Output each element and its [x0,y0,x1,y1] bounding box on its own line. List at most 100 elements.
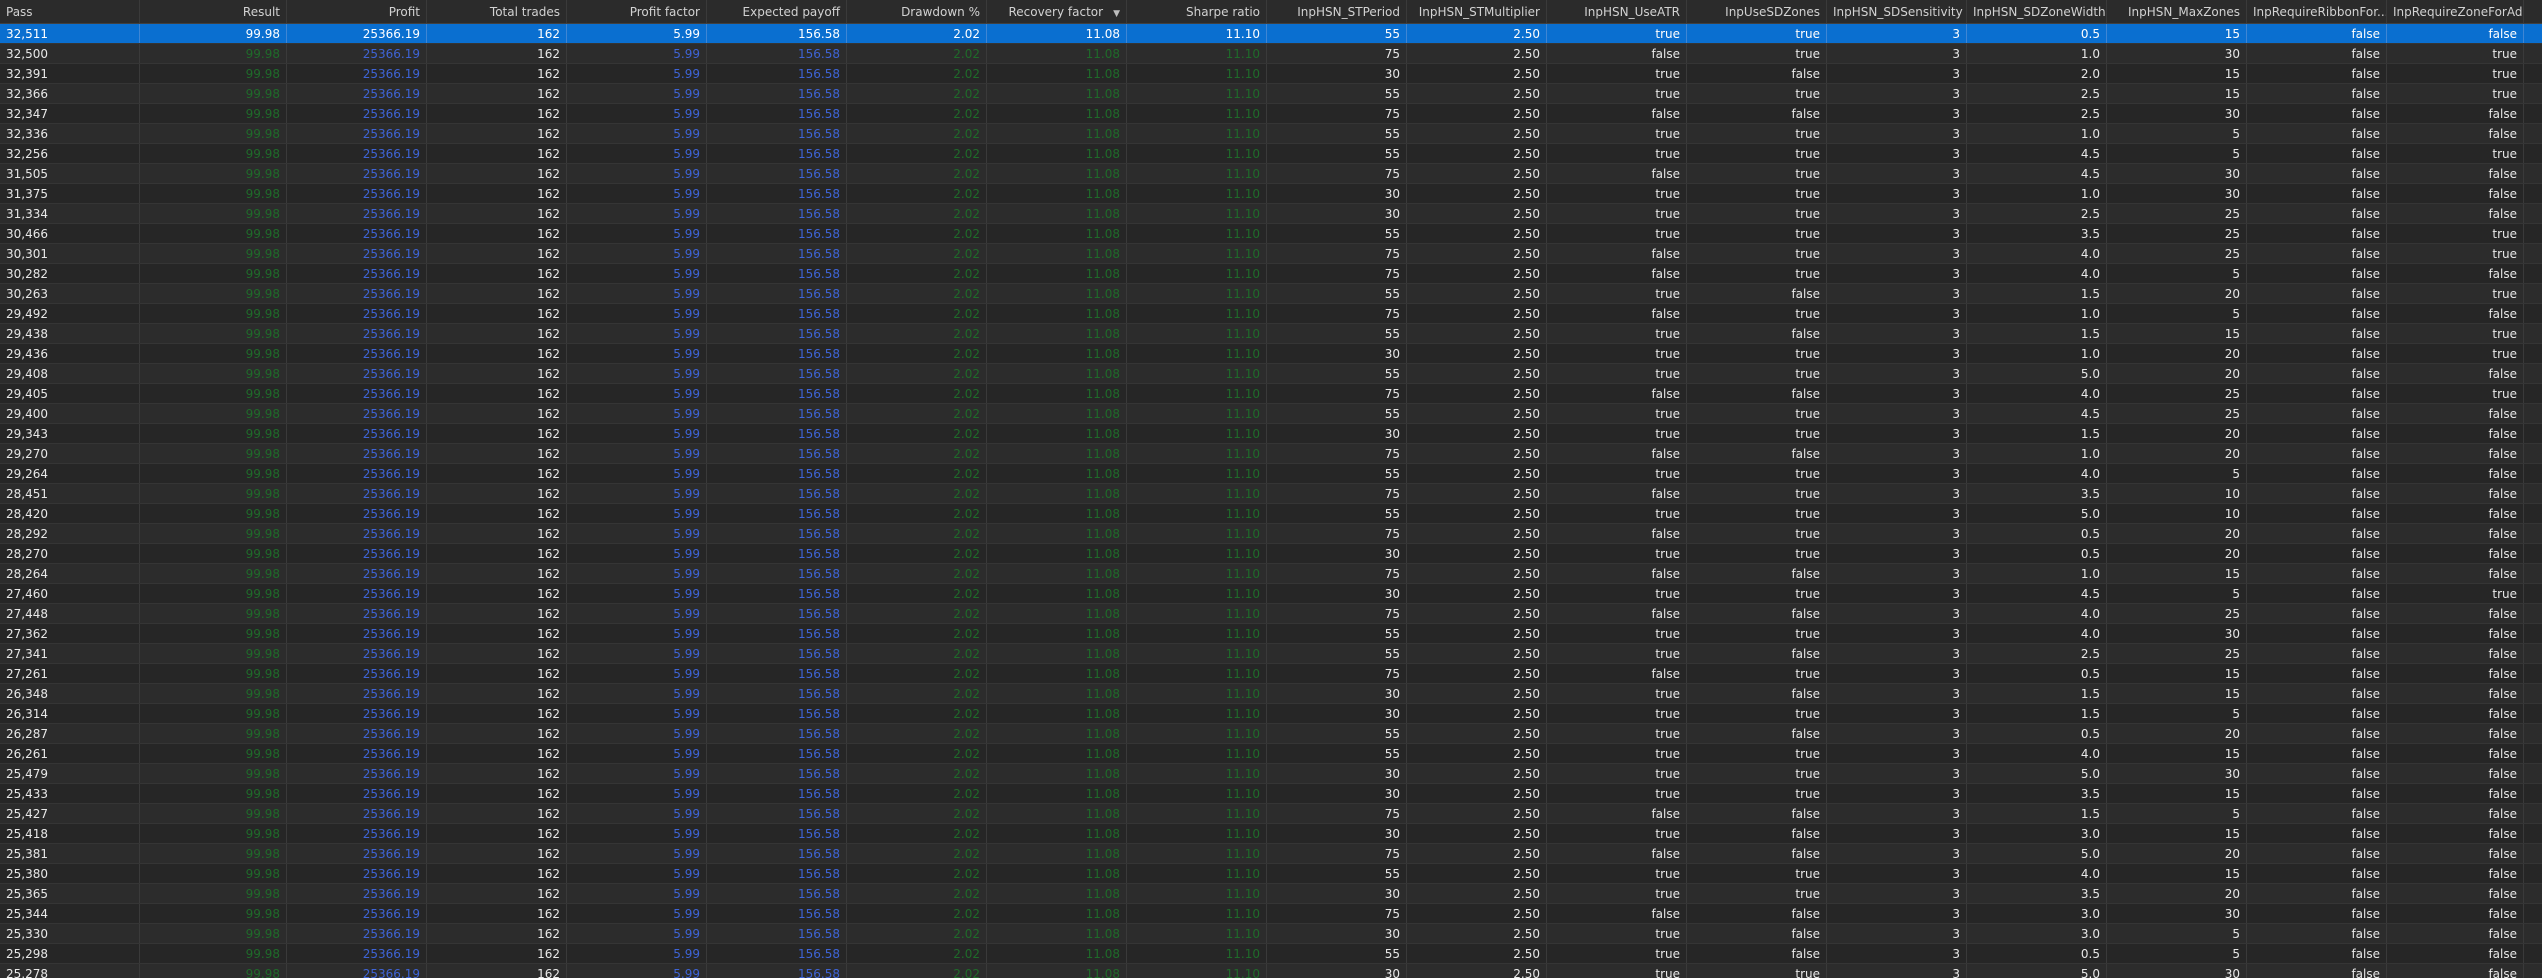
table-row[interactable]: 25,418 99.98 25366.19 162 5.99 156.58 2.02 11.0… [0,824,2542,844]
table-row[interactable]: 31,505 99.98 25366.19 162 5.99 156.58 2.02 11.0… [0,164,2542,184]
table-row[interactable]: 27,460 99.98 25366.19 162 5.99 156.58 2.02 11.0… [0,584,2542,604]
cell-sr: 11.10 [1127,784,1267,803]
table-row[interactable]: 27,261 99.98 25366.19 162 5.99 156.58 2.02 11.0… [0,664,2542,684]
column-header-sds[interactable]: InpHSN_SDSensitivity [1827,0,1967,23]
cell-pass: 25,433 [0,784,140,803]
table-row[interactable]: 25,330 99.98 25366.19 162 5.99 156.58 2.02 11.0… [0,924,2542,944]
cell-stp: 30 [1267,184,1407,203]
cell-dd: 2.02 [847,324,987,343]
table-row[interactable]: 27,448 99.98 25366.19 162 5.99 156.58 2.02 11.0… [0,604,2542,624]
cell-trades: 162 [427,124,567,143]
table-row[interactable]: 31,334 99.98 25366.19 162 5.99 156.58 2.02 11.0… [0,204,2542,224]
cell-rr: false [2247,84,2387,103]
table-row[interactable]: 25,479 99.98 25366.19 162 5.99 156.58 2.02 11.0… [0,764,2542,784]
table-row[interactable]: 28,264 99.98 25366.19 162 5.99 156.58 2.02 11.0… [0,564,2542,584]
table-row[interactable]: 25,427 99.98 25366.19 162 5.99 156.58 2.02 11.0… [0,804,2542,824]
column-header-result[interactable]: Result [140,0,287,23]
cell-rr: false [2247,904,2387,923]
column-header-atr[interactable]: InpHSN_UseATR [1547,0,1687,23]
table-row[interactable]: 31,375 99.98 25366.19 162 5.99 156.58 2.02 11.0… [0,184,2542,204]
table-row[interactable]: 29,400 99.98 25366.19 162 5.99 156.58 2.02 11.0… [0,404,2542,424]
cell-rf: 11.08 [987,524,1127,543]
table-row[interactable]: 32,336 99.98 25366.19 162 5.99 156.58 2.02 11.0… [0,124,2542,144]
cell-sr: 11.10 [1127,464,1267,483]
table-row[interactable]: 25,433 99.98 25366.19 162 5.99 156.58 2.02 11.0… [0,784,2542,804]
table-row[interactable]: 28,420 99.98 25366.19 162 5.99 156.58 2.02 11.0… [0,504,2542,524]
cell-dd: 2.02 [847,584,987,603]
table-row[interactable]: 29,492 99.98 25366.19 162 5.99 156.58 2.02 11.0… [0,304,2542,324]
cell-sr: 11.10 [1127,344,1267,363]
cell-sds: 3 [1827,664,1967,683]
table-row[interactable]: 26,287 99.98 25366.19 162 5.99 156.58 2.02 11.0… [0,724,2542,744]
table-row[interactable]: 30,301 99.98 25366.19 162 5.99 156.58 2.02 11.0… [0,244,2542,264]
cell-rz: false [2387,184,2524,203]
table-row[interactable]: 32,500 99.98 25366.19 162 5.99 156.58 2.02 11.0… [0,44,2542,64]
column-header-zw[interactable]: InpHSN_SDZoneWidth [1967,0,2107,23]
column-header-mz[interactable]: InpHSN_MaxZones [2107,0,2247,23]
sort-down-arrow-icon[interactable]: ▼ [1113,2,1120,23]
table-row[interactable]: 29,264 99.98 25366.19 162 5.99 156.58 2.02 11.0… [0,464,2542,484]
cell-stp: 30 [1267,344,1407,363]
column-header-stm[interactable]: InpHSN_STMultiplier [1407,0,1547,23]
table-row[interactable]: 29,408 99.98 25366.19 162 5.99 156.58 2.02 11.0… [0,364,2542,384]
column-header-ep[interactable]: Expected payoff [707,0,847,23]
cell-sdz: true [1687,224,1827,243]
table-row[interactable]: 32,347 99.98 25366.19 162 5.99 156.58 2.02 11.0… [0,104,2542,124]
cell-sdz: false [1687,284,1827,303]
column-header-pass[interactable]: Pass [0,0,140,23]
column-header-sr[interactable]: Sharpe ratio [1127,0,1267,23]
cell-result: 99.98 [140,464,287,483]
table-row[interactable]: 32,511 99.98 25366.19 162 5.99 156.58 2.02 11.0… [0,24,2542,44]
table-row[interactable]: 28,292 99.98 25366.19 162 5.99 156.58 2.02 11.0… [0,524,2542,544]
cell-sr: 11.10 [1127,324,1267,343]
table-row[interactable]: 29,438 99.98 25366.19 162 5.99 156.58 2.02 11.0… [0,324,2542,344]
table-row[interactable]: 26,261 99.98 25366.19 162 5.99 156.58 2.02 11.0… [0,744,2542,764]
table-row[interactable]: 27,341 99.98 25366.19 162 5.99 156.58 2.02 11.0… [0,644,2542,664]
table-row[interactable]: 30,263 99.98 25366.19 162 5.99 156.58 2.02 11.0… [0,284,2542,304]
table-row[interactable]: 25,365 99.98 25366.19 162 5.99 156.58 2.02 11.0… [0,884,2542,904]
column-header-label: Result [242,5,280,19]
table-row[interactable]: 26,314 99.98 25366.19 162 5.99 156.58 2.02 11.0… [0,704,2542,724]
table-row[interactable]: 29,436 99.98 25366.19 162 5.99 156.58 2.02 11.0… [0,344,2542,364]
table-row[interactable]: 25,278 99.98 25366.19 162 5.99 156.58 2.02 11.0… [0,964,2542,978]
cell-atr: true [1547,964,1687,978]
table-row[interactable]: 30,282 99.98 25366.19 162 5.99 156.58 2.02 11.0… [0,264,2542,284]
table-row[interactable]: 29,405 99.98 25366.19 162 5.99 156.58 2.02 11.0… [0,384,2542,404]
cell-stm: 2.50 [1407,904,1547,923]
cell-result: 99.98 [140,284,287,303]
table-row[interactable]: 29,343 99.98 25366.19 162 5.99 156.58 2.02 11.0… [0,424,2542,444]
column-header-dd[interactable]: Drawdown % [847,0,987,23]
cell-trades: 162 [427,264,567,283]
cell-rr: false [2247,644,2387,663]
table-row[interactable]: 28,270 99.98 25366.19 162 5.99 156.58 2.02 11.0… [0,544,2542,564]
cell-dd: 2.02 [847,784,987,803]
column-header-rz[interactable]: InpRequireZoneForAdd [2387,0,2524,23]
column-header-pf[interactable]: Profit factor [567,0,707,23]
table-row[interactable]: 30,466 99.98 25366.19 162 5.99 156.58 2.02 11.0… [0,224,2542,244]
table-row[interactable]: 25,344 99.98 25366.19 162 5.99 156.58 2.02 11.0… [0,904,2542,924]
column-header-sdz[interactable]: InpUseSDZones [1687,0,1827,23]
table-row[interactable]: 26,348 99.98 25366.19 162 5.99 156.58 2.02 11.0… [0,684,2542,704]
cell-trades: 162 [427,484,567,503]
column-header-rf[interactable]: Recovery factor ▼ [987,0,1127,23]
cell-stp: 55 [1267,724,1407,743]
table-row[interactable]: 25,381 99.98 25366.19 162 5.99 156.58 2.02 11.0… [0,844,2542,864]
cell-trades: 162 [427,244,567,263]
table-row[interactable]: 28,451 99.98 25366.19 162 5.99 156.58 2.02 11.0… [0,484,2542,504]
column-header-trades[interactable]: Total trades [427,0,567,23]
cell-rz: false [2387,884,2524,903]
table-row[interactable]: 32,366 99.98 25366.19 162 5.99 156.58 2.02 11.0… [0,84,2542,104]
table-row[interactable]: 25,298 99.98 25366.19 162 5.99 156.58 2.02 11.0… [0,944,2542,964]
table-row[interactable]: 32,391 99.98 25366.19 162 5.99 156.58 2.02 11.0… [0,64,2542,84]
cell-mz: 5 [2107,464,2247,483]
cell-dd: 2.02 [847,684,987,703]
table-row[interactable]: 29,270 99.98 25366.19 162 5.99 156.58 2.02 11.0… [0,444,2542,464]
table-row[interactable]: 25,380 99.98 25366.19 162 5.99 156.58 2.02 11.0… [0,864,2542,884]
cell-atr: true [1547,884,1687,903]
table-row[interactable]: 27,362 99.98 25366.19 162 5.99 156.58 2.02 11.0… [0,624,2542,644]
column-header-rr[interactable]: InpRequireRibbonFor... [2247,0,2387,23]
column-header-stp[interactable]: InpHSN_STPeriod [1267,0,1407,23]
column-header-profit[interactable]: Profit [287,0,427,23]
table-body: 32,511 99.98 25366.19 162 5.99 156.58 2.02 11.0… [0,24,2542,978]
table-row[interactable]: 32,256 99.98 25366.19 162 5.99 156.58 2.02 11.0… [0,144,2542,164]
